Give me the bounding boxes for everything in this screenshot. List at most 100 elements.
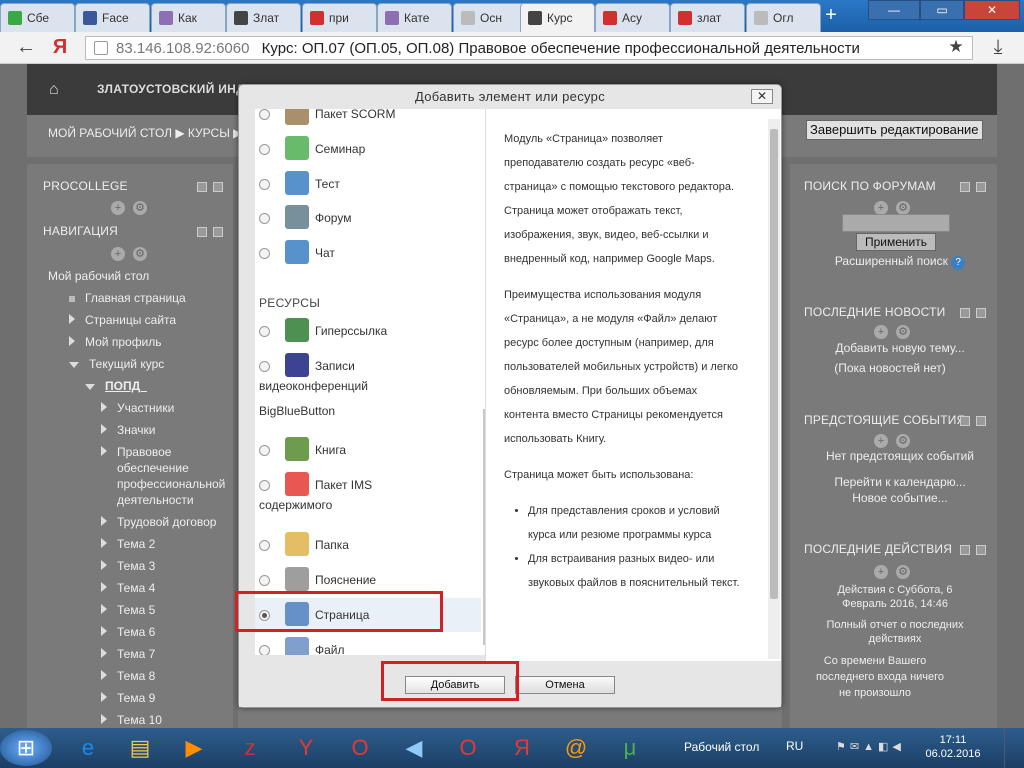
full-report-link-2[interactable]: действиях [800,633,990,645]
browser-tab[interactable]: Face [75,3,150,32]
nav-item[interactable]: Главная страница [69,291,186,305]
browser-tab[interactable]: Сбе [0,3,75,32]
expand-icon[interactable] [101,626,107,636]
settings-icon[interactable]: ⚙ [896,565,910,579]
move-icon[interactable]: + [111,247,125,261]
move-icon[interactable]: + [874,565,888,579]
browser-tab[interactable]: Курс [520,3,595,33]
finish-editing-button[interactable]: Завершить редактирование [806,120,983,140]
nav-item[interactable]: Мой рабочий стол [48,269,149,283]
move-icon[interactable]: + [874,201,888,215]
expand-icon[interactable] [101,538,107,548]
radio-button[interactable] [259,213,270,224]
cancel-button[interactable]: Отмена [515,676,615,694]
dock-icon[interactable] [213,182,223,192]
expand-icon[interactable] [101,424,107,434]
yandex-logo-icon[interactable]: Я [48,36,72,59]
radio-button[interactable] [259,575,270,586]
mail-agent-icon[interactable]: @ [550,730,602,766]
module-option[interactable]: Семинар [255,132,481,166]
media-player-icon[interactable]: ▶ [168,730,220,766]
opera-icon-2[interactable]: O [442,730,494,766]
yandex-icon[interactable]: Я [496,730,548,766]
maximize-button[interactable]: ▭ [920,0,964,20]
browser-tab[interactable]: при [302,3,377,32]
module-option[interactable]: Чат [255,236,481,270]
yandex-browser-icon[interactable]: Y [280,730,332,766]
browser-tab[interactable]: Осн [453,3,528,32]
module-option[interactable]: Форум [255,201,481,235]
advanced-search-link[interactable]: Расширенный поиск ? [810,254,990,270]
settings-icon[interactable]: ⚙ [133,247,147,261]
explorer-icon[interactable]: ▤ [114,730,166,766]
nav-item[interactable]: Тема 5 [101,603,155,617]
radio-button[interactable] [259,540,270,551]
module-option[interactable]: Гиперссылка [255,314,481,348]
nav-item[interactable]: Правовое [101,445,171,459]
help-icon[interactable]: ? [951,256,966,270]
minimize-button[interactable]: — [868,0,920,20]
opera-icon[interactable]: O [334,730,386,766]
module-option[interactable]: Папка [255,528,481,562]
forum-search-input[interactable] [842,214,950,232]
breadcrumb-text[interactable]: МОЙ РАБОЧИЙ СТОЛ ▶ КУРСЫ ▶ [48,126,242,140]
bookmark-star-icon[interactable]: ★ [944,37,968,57]
expand-icon[interactable] [101,446,107,456]
nav-item[interactable]: Тема 7 [101,647,155,661]
move-icon[interactable]: + [874,325,888,339]
collapse-icon[interactable] [85,384,95,390]
scrollbar-thumb[interactable] [770,129,778,599]
new-tab-button[interactable]: + [820,5,842,27]
close-window-button[interactable]: ✕ [964,0,1020,20]
add-topic-link[interactable]: Добавить новую тему... [810,341,990,355]
dock-icon[interactable] [976,416,986,426]
dock-icon[interactable] [976,545,986,555]
nav-item[interactable]: ПОПД_ [85,379,147,393]
expand-icon[interactable] [101,648,107,658]
module-option[interactable]: Записи [255,349,481,383]
move-icon[interactable]: + [874,434,888,448]
nav-item[interactable]: Значки [101,423,156,437]
zynga-icon[interactable]: z [224,730,276,766]
expand-icon[interactable] [101,516,107,526]
ie-icon[interactable]: e [62,730,114,766]
expand-icon[interactable] [101,582,107,592]
browser-tab[interactable]: злат [670,3,745,32]
radio-button[interactable] [259,480,270,491]
apply-button[interactable]: Применить [856,233,936,251]
collapse-icon[interactable] [960,545,970,555]
tray-icons[interactable]: ⚑✉▲◧◀ [836,740,906,754]
dock-icon[interactable] [976,308,986,318]
home-icon[interactable]: ⌂ [49,81,67,98]
expand-icon[interactable] [69,314,75,324]
radio-button[interactable] [259,326,270,337]
new-event-link[interactable]: Новое событие... [810,491,990,505]
nav-item[interactable]: Текущий курс [69,357,164,371]
expand-icon[interactable] [101,714,107,724]
nav-item[interactable]: Тема 3 [101,559,155,573]
nav-item[interactable]: Тема 9 [101,691,155,705]
expand-icon[interactable] [101,560,107,570]
settings-icon[interactable]: ⚙ [896,201,910,215]
nav-item[interactable]: Тема 8 [101,669,155,683]
browser-tab[interactable]: Как [151,3,226,32]
nav-item[interactable]: Тема 6 [101,625,155,639]
nav-item[interactable]: Страницы сайта [69,313,176,327]
radio-button[interactable] [259,109,270,120]
dock-icon[interactable] [213,227,223,237]
nav-item[interactable]: Тема 10 [101,713,162,727]
settings-icon[interactable]: ⚙ [896,325,910,339]
nav-item[interactable]: Мой профиль [69,335,162,349]
dock-icon[interactable] [976,182,986,192]
radio-button[interactable] [259,645,270,655]
module-option[interactable]: Пакет SCORM [255,109,481,131]
radio-button[interactable] [259,179,270,190]
radio-button[interactable] [259,361,270,372]
settings-icon[interactable]: ⚙ [133,201,147,215]
collapse-icon[interactable] [960,182,970,192]
settings-icon[interactable]: ⚙ [896,434,910,448]
collapse-icon[interactable] [197,227,207,237]
desktop-label[interactable]: Рабочий стол [684,740,759,754]
browser-tab[interactable]: Злат [226,3,301,32]
collapse-icon[interactable] [960,308,970,318]
